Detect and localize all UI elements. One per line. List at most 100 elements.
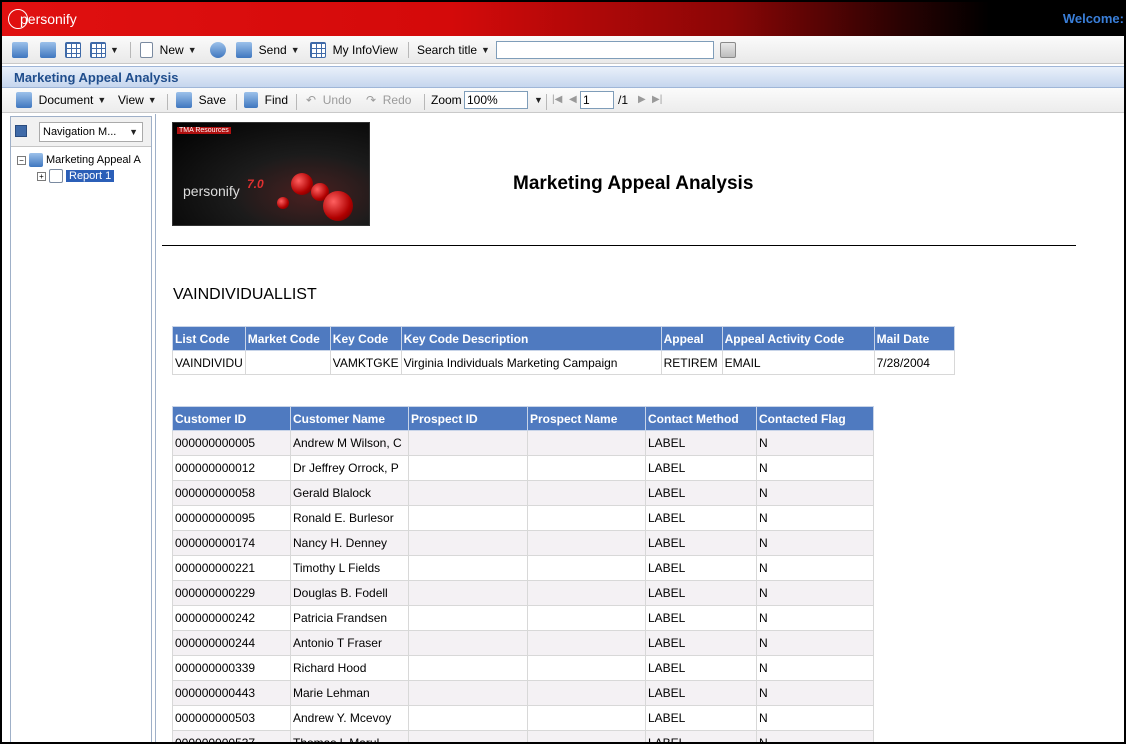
previous-page-button[interactable]: ◀ (569, 91, 577, 109)
table-cell: N (756, 480, 874, 506)
list-info-table: List Code Market Code Key Code Key Code Des… (172, 326, 955, 375)
table-row: 000000000005 Andrew M Wilson, C LABEL N (172, 430, 874, 456)
refresh-button[interactable] (210, 41, 226, 59)
view-menu-button[interactable]: View ▼ (118, 91, 157, 109)
document-list-icon (65, 42, 81, 58)
personify-logo[interactable]: personify (8, 7, 88, 31)
next-page-button[interactable]: ▶ (638, 91, 646, 109)
view-layout-button[interactable]: ▼ (90, 41, 119, 59)
customer-table: Customer ID Customer Name Prospect ID Prosp… (172, 406, 874, 742)
title-bar: Marketing Appeal Analysis (2, 66, 1124, 88)
table-cell: 000000000012 (172, 455, 291, 481)
page-title: Marketing Appeal Analysis (14, 70, 179, 85)
table-cell (527, 530, 646, 556)
save-button[interactable]: Save (176, 91, 226, 109)
search-go-icon (720, 42, 736, 58)
table-cell: Andrew Y. Mcevoy (290, 705, 409, 731)
toolbar-separator (296, 94, 297, 110)
home-button[interactable] (12, 41, 28, 59)
collapse-tree-icon[interactable]: − (17, 155, 26, 165)
expand-tree-icon[interactable]: + (37, 171, 46, 181)
new-button[interactable]: New ▼ (140, 41, 197, 59)
first-page-button[interactable]: |◀ (552, 91, 562, 109)
column-header: List Code (172, 326, 246, 351)
table-row: 000000000339 Richard Hood LABEL N (172, 655, 874, 681)
tree-item-root[interactable]: − Marketing Appeal A (17, 153, 141, 167)
table-cell: 000000000244 (172, 630, 291, 656)
new-label: New (159, 43, 184, 57)
search-go-button[interactable] (720, 41, 736, 59)
main-toolbar: ▼ New ▼ Send ▼ My InfoView Search title ▼ (2, 36, 1124, 64)
last-page-button[interactable]: ▶| (652, 91, 662, 109)
my-infoview-button[interactable]: My InfoView (310, 41, 398, 59)
table-row: 000000000012 Dr Jeffrey Orrock, P LABEL N (172, 455, 874, 481)
table-cell: LABEL (645, 705, 757, 731)
report-title: Marketing Appeal Analysis (513, 173, 754, 194)
table-cell: 000000000229 (172, 580, 291, 606)
list-table-header: List Code Market Code Key Code Key Code Des… (172, 326, 955, 351)
table-cell (408, 580, 528, 606)
table-cell: Ronald E. Burlesor (290, 505, 409, 531)
banner-tag: TMA Resources (177, 127, 231, 134)
undo-label: Undo (322, 93, 352, 107)
table-cell: N (756, 630, 874, 656)
table-cell: N (756, 555, 874, 581)
table-cell: Timothy L Fields (290, 555, 409, 581)
column-header: Contacted Flag (756, 406, 874, 431)
column-header: Mail Date (873, 326, 955, 351)
table-cell (408, 705, 528, 731)
table-cell: Antonio T Fraser (290, 630, 409, 656)
search-scope-label: Search title (417, 43, 478, 57)
table-cell: N (756, 655, 874, 681)
find-button[interactable]: Find (244, 91, 288, 109)
tree-root-label: Marketing Appeal A (46, 154, 141, 166)
save-icon (176, 92, 192, 108)
table-cell: N (756, 430, 874, 456)
send-button[interactable]: Send ▼ (236, 41, 300, 59)
toolbar-separator (424, 94, 425, 110)
table-cell (408, 655, 528, 681)
column-header: Contact Method (645, 406, 757, 431)
table-cell (527, 705, 646, 731)
page-number-input[interactable]: 1 (580, 91, 614, 109)
search-scope-dropdown[interactable]: Search title ▼ (417, 41, 490, 59)
document-list-button[interactable] (65, 41, 81, 59)
search-input[interactable] (496, 41, 714, 59)
table-cell (527, 580, 646, 606)
header-divider (162, 245, 1076, 246)
infoview-label: My InfoView (332, 43, 398, 57)
tree-report-label: Report 1 (66, 170, 115, 182)
table-cell: 7/28/2004 (873, 350, 955, 375)
table-cell (527, 655, 646, 681)
report-page-icon (49, 169, 63, 183)
next-page-icon: ▶ (638, 94, 646, 105)
navigation-map-dropdown[interactable]: Navigation M... ▼ (39, 122, 143, 142)
last-page-icon: ▶| (652, 94, 663, 105)
redo-button[interactable]: ↷ Redo (366, 91, 411, 109)
table-cell: LABEL (645, 555, 757, 581)
document-menu-button[interactable]: Document ▼ (16, 91, 106, 109)
table-cell: LABEL (645, 505, 757, 531)
table-cell: 000000000537 (172, 730, 291, 742)
undo-button[interactable]: ↶ Undo (306, 91, 351, 109)
table-cell: LABEL (645, 730, 757, 742)
collapse-pane-icon[interactable] (15, 125, 27, 137)
column-header: Key Code Description (400, 326, 662, 351)
table-cell: Patricia Frandsen (290, 605, 409, 631)
table-cell: VAMKTGKE (329, 350, 402, 375)
column-header: Appeal Activity Code (721, 326, 875, 351)
table-cell: Marie Lehman (290, 680, 409, 706)
table-cell: VAINDIVIDU (172, 350, 246, 375)
document-toolbar: Document ▼ View ▼ Save Find ↶ Undo ↷ Redo … (2, 88, 1124, 113)
chevron-down-icon: ▼ (481, 45, 490, 55)
tree-item-report-1[interactable]: + Report 1 (37, 169, 115, 183)
preferences-button[interactable] (40, 41, 56, 59)
home-icon (12, 42, 28, 58)
zoom-dropdown-button[interactable]: ▼ (530, 91, 543, 109)
binoculars-icon (244, 92, 258, 108)
zoom-input[interactable]: 100% (464, 91, 528, 109)
table-cell: LABEL (645, 430, 757, 456)
table-cell: Andrew M Wilson, C (290, 430, 409, 456)
first-page-icon: |◀ (552, 94, 563, 105)
report-banner-image: TMA Resources personify 7.0 (172, 122, 370, 226)
